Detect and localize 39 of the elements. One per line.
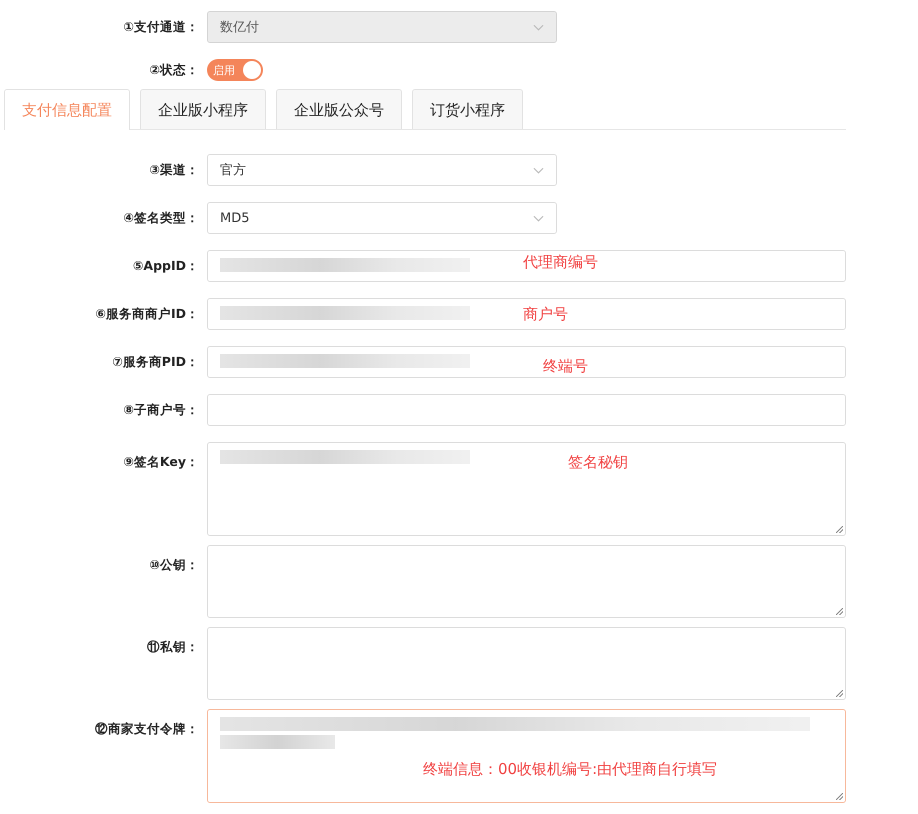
text-field[interactable]: 商户号: [207, 298, 846, 330]
resize-handle-icon: [836, 608, 843, 615]
field-label: ④签名类型：: [122, 210, 200, 226]
status-toggle[interactable]: 启用: [207, 59, 263, 81]
field-label: ⑤AppID：: [132, 258, 200, 274]
annotation-note: 商户号: [523, 305, 568, 324]
resize-handle-icon: [836, 690, 843, 697]
text-field[interactable]: [207, 394, 846, 426]
annotation-note: 终端信息：00收银机编号:由代理商自行填写: [423, 760, 718, 779]
text-field[interactable]: 终端号: [207, 346, 846, 378]
tab[interactable]: 企业版公众号: [276, 89, 402, 129]
chevron-down-icon: [533, 24, 544, 30]
field-label: ③渠道：: [148, 162, 200, 178]
tab[interactable]: 支付信息配置: [4, 89, 130, 130]
chevron-down-icon: [533, 214, 544, 222]
text-field[interactable]: 代理商编号: [207, 250, 846, 282]
field-label: ⑩公钥：: [148, 556, 200, 574]
resize-handle-icon: [836, 793, 843, 800]
field-label: ②状态：: [148, 62, 200, 78]
text-area[interactable]: 签名秘钥: [207, 442, 846, 536]
dropdown-select[interactable]: MD5: [207, 202, 557, 234]
text-area[interactable]: [207, 545, 846, 618]
field-label: ⑦服务商PID：: [111, 354, 200, 370]
annotation-note: 终端号: [543, 357, 588, 376]
text-area[interactable]: 终端信息：00收银机编号:由代理商自行填写: [207, 709, 846, 803]
field-label: ⑪私钥：: [146, 638, 200, 656]
annotation-note: 签名秘钥: [568, 453, 628, 472]
tab[interactable]: 订货小程序: [412, 89, 523, 129]
annotation-note: 代理商编号: [523, 253, 598, 272]
tab[interactable]: 企业版小程序: [140, 89, 266, 129]
chevron-down-icon: [533, 166, 544, 174]
field-label: ①支付通道：: [122, 18, 200, 36]
dropdown-select[interactable]: 官方: [207, 154, 557, 186]
text-area[interactable]: [207, 627, 846, 700]
field-label: ⑫商家支付令牌：: [94, 720, 200, 738]
field-label: ⑧子商户号：: [122, 402, 200, 418]
resize-handle-icon: [836, 526, 843, 533]
field-label: ⑨签名Key：: [122, 453, 200, 471]
field-label: ⑥服务商商户ID：: [94, 306, 200, 322]
